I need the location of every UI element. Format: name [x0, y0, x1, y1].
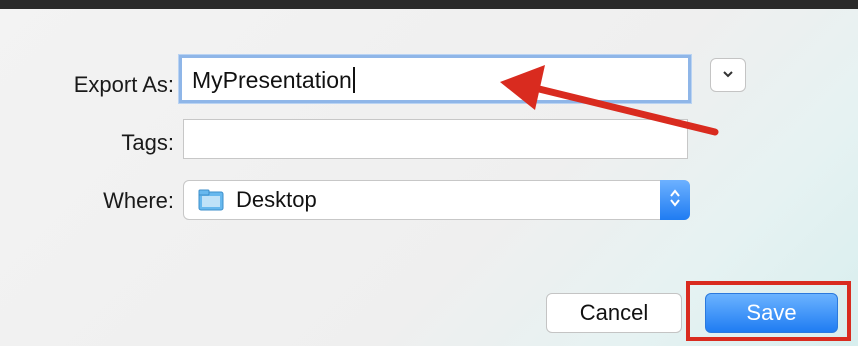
annotation-arrow	[500, 65, 719, 136]
